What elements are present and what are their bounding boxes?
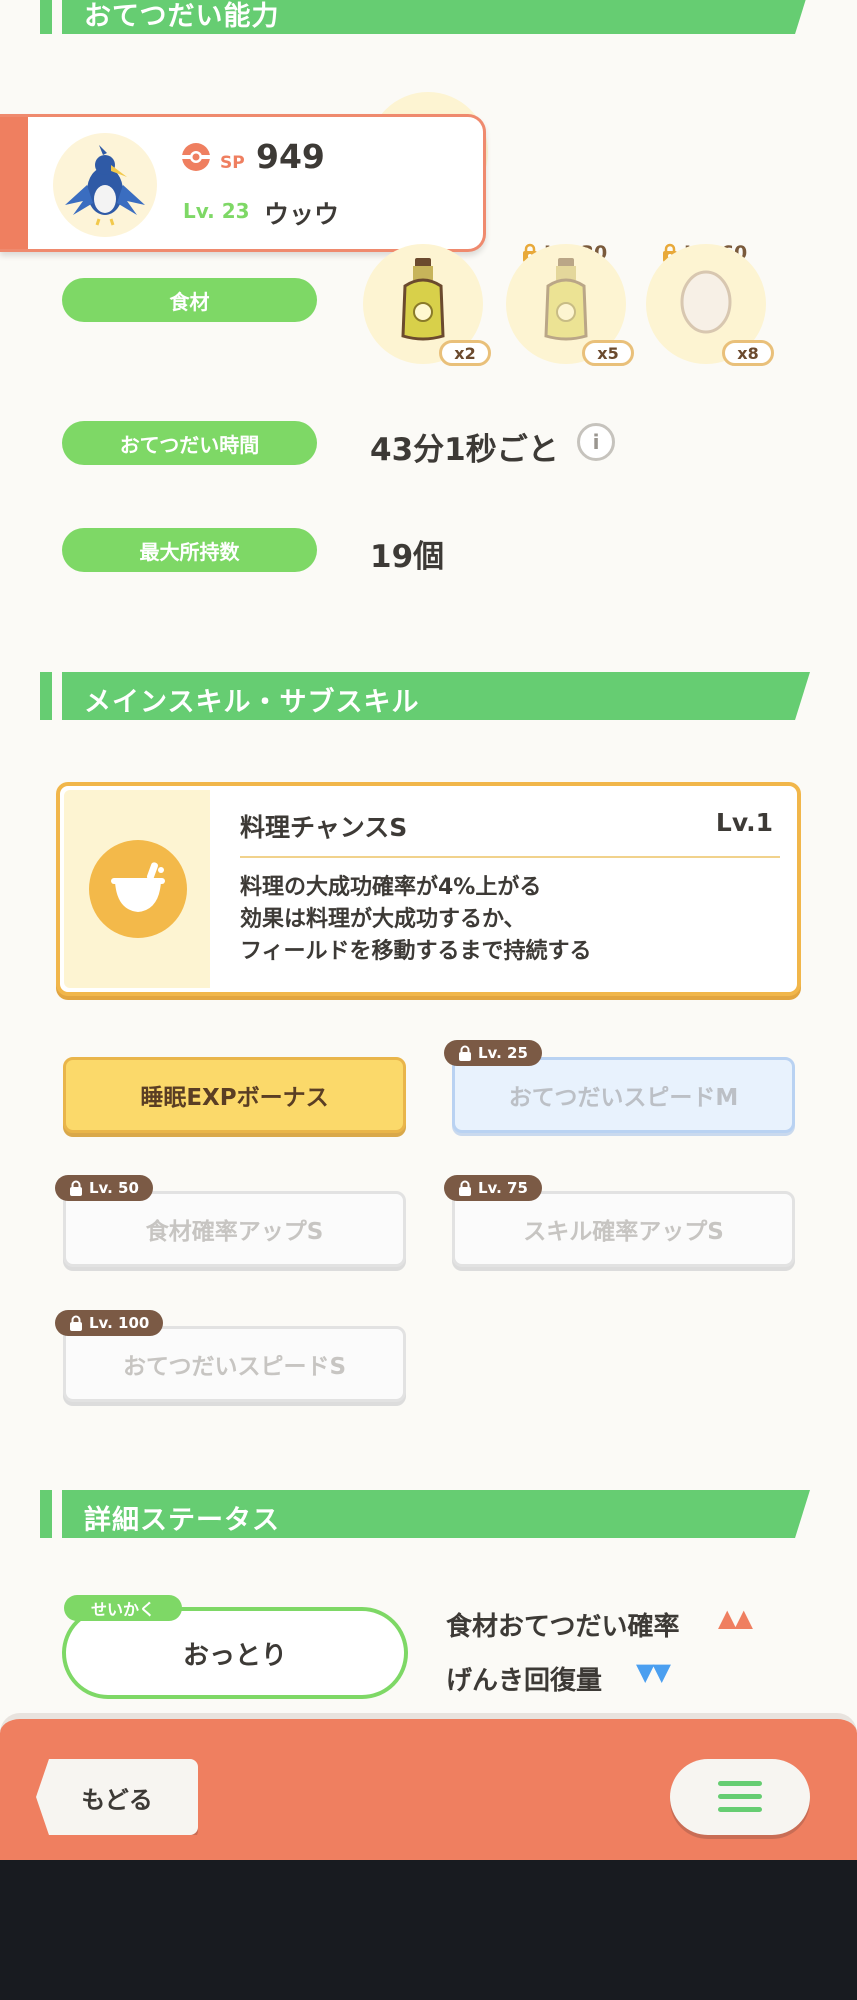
ingredient-count: x5 — [582, 340, 634, 366]
divider — [240, 856, 780, 858]
sub-skill-2-unlock: Lv. 25 — [444, 1040, 542, 1066]
oil-bottle-icon — [401, 258, 445, 341]
lock-icon — [459, 1045, 471, 1061]
ingredient-slot-1[interactable]: x2 — [363, 244, 491, 366]
main-skill-card[interactable]: 料理チャンスS Lv.1 料理の大成功確率が4%上がる 効果は料理が大成功するか… — [56, 782, 801, 996]
pokemon-level: Lv. 23 — [183, 199, 250, 223]
nature-up-marks: ▲▲ — [718, 1604, 753, 1632]
sp-value: 949 — [256, 137, 325, 176]
ingredient-slot-2[interactable]: x5 — [506, 244, 634, 366]
section-title: 詳細ステータス — [84, 1505, 280, 1536]
max-carry-label: 最大所持数 — [62, 528, 317, 572]
lock-icon — [459, 1180, 471, 1196]
hamburger-menu-icon — [718, 1781, 762, 1812]
pokemon-card[interactable]: SP 949 Lv. 23 ウッウ — [0, 114, 486, 252]
section-header-skills: メインスキル・サブスキル — [40, 672, 810, 720]
sub-skill-4-unlock: Lv. 75 — [444, 1175, 542, 1201]
sub-skill-3-unlock: Lv. 50 — [55, 1175, 153, 1201]
help-time-label: おてつだい時間 — [62, 421, 317, 465]
menu-button[interactable] — [670, 1759, 810, 1835]
ingredient-count: x8 — [722, 340, 774, 366]
sp-label: SP — [220, 153, 245, 173]
pokemon-name: ウッウ — [264, 200, 340, 229]
oil-bottle-icon — [544, 258, 588, 341]
cooking-chance-icon — [89, 840, 187, 938]
help-time-value: 43分1秒ごと — [370, 432, 559, 468]
max-carry-value: 19個 — [370, 539, 445, 575]
ingredient-count: x2 — [439, 340, 491, 366]
cramorant-icon — [65, 145, 145, 226]
ingredient-slot-3[interactable]: x8 — [646, 244, 774, 366]
section-header-help-ability: おてつだい能力 — [40, 0, 810, 34]
sub-skill-3[interactable]: 食材確率アップS — [63, 1191, 406, 1267]
nature-down-marks: ▼▼ — [636, 1658, 671, 1686]
egg-icon — [680, 270, 732, 334]
section-title: メインスキル・サブスキル — [84, 687, 420, 718]
section-header-details: 詳細ステータス — [40, 1490, 810, 1538]
back-button[interactable]: もどる — [36, 1759, 198, 1835]
info-icon[interactable]: i — [577, 423, 615, 461]
ingredients-label: 食材 — [62, 278, 317, 322]
system-nav-area — [0, 1860, 857, 2000]
main-skill-description: 料理の大成功確率が4%上がる 効果は料理が大成功するか、 フィールドを移動するま… — [240, 875, 592, 964]
nature-down-label: げんき回復量 — [446, 1666, 603, 1696]
nature-up-label: 食材おてつだい確率 — [446, 1612, 680, 1642]
sub-skill-4[interactable]: スキル確率アップS — [452, 1191, 795, 1267]
nature-tag: せいかく — [64, 1595, 182, 1621]
lock-icon — [70, 1315, 82, 1331]
bottom-bar: もどる — [0, 1713, 857, 1860]
sp-icon — [180, 141, 212, 177]
sub-skill-5-unlock: Lv. 100 — [55, 1310, 164, 1336]
section-title: おてつだい能力 — [84, 1, 280, 32]
lock-icon — [70, 1180, 82, 1196]
main-skill-level: Lv.1 — [715, 808, 773, 837]
sub-skill-1[interactable]: 睡眠EXPボーナス — [63, 1057, 406, 1133]
pokemon-avatar — [53, 133, 157, 237]
sub-skill-5[interactable]: おてつだいスピードS — [63, 1326, 406, 1402]
main-skill-name: 料理チャンスS — [240, 813, 408, 842]
sub-skill-2[interactable]: おてつだいスピードM — [452, 1057, 795, 1133]
